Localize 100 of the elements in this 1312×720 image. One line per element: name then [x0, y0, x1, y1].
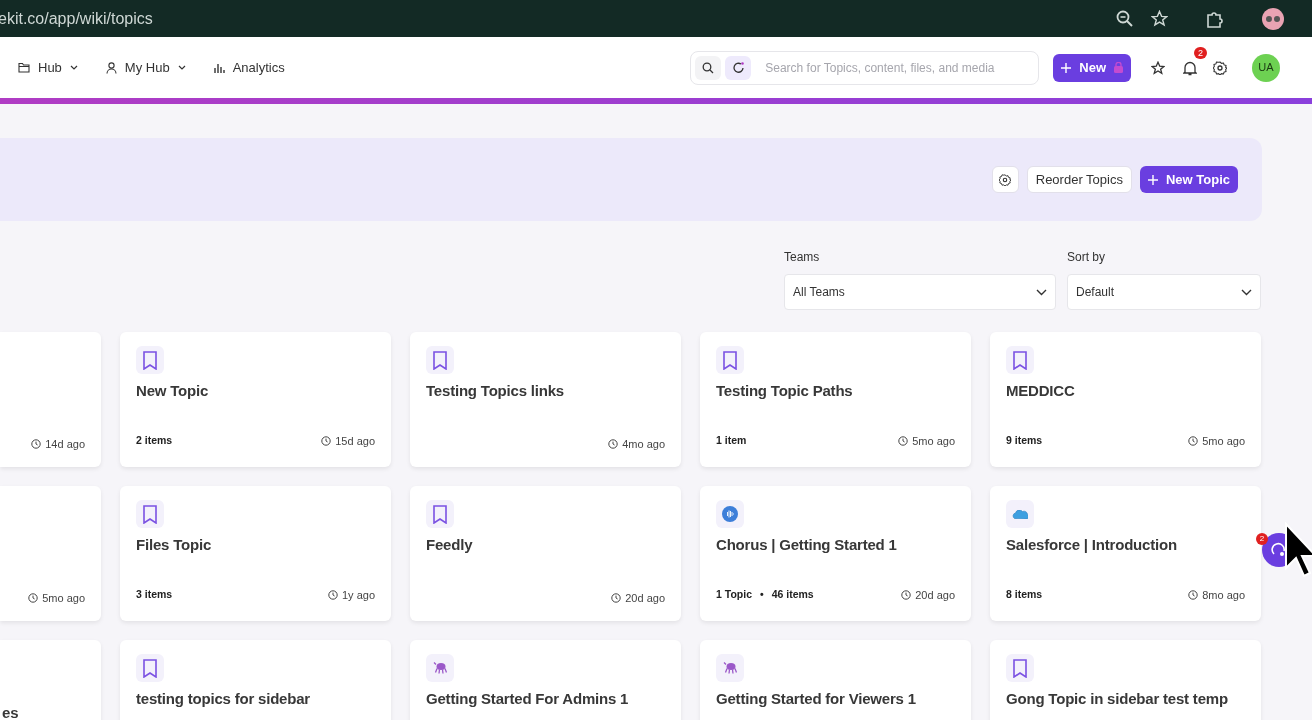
item-count: 8 items	[1006, 586, 1043, 602]
separator-dot: •	[760, 586, 764, 602]
user-avatar[interactable]: UA	[1252, 53, 1280, 82]
reorder-topics-button[interactable]: Reorder Topics	[1026, 166, 1132, 193]
updated-time: 15d ago	[335, 433, 375, 449]
star-icon[interactable]	[1151, 10, 1168, 27]
clock-icon	[1188, 589, 1199, 600]
topic-card[interactable]: 14d ago	[0, 332, 101, 467]
topic-title: es	[2, 704, 20, 720]
topic-title: Feedly	[426, 536, 474, 554]
profile-icon[interactable]	[1262, 7, 1284, 30]
new-topic-button[interactable]: New Topic	[1139, 166, 1238, 193]
updated-time: 4mo ago	[622, 436, 665, 452]
bookmark-icon	[1013, 350, 1027, 370]
waveform-logo-icon	[722, 506, 738, 522]
chat-icon	[1271, 542, 1287, 558]
bookmark-icon	[433, 504, 447, 524]
topic-card[interactable]: Feedly 20d ago	[410, 486, 681, 621]
topic-card[interactable]: Testing Topics links 4mo ago	[410, 332, 681, 467]
topic-title: Testing Topics links	[426, 382, 565, 400]
updated-time: 20d ago	[915, 587, 955, 603]
zoom-icon[interactable]	[1116, 9, 1134, 28]
topic-card[interactable]: es	[0, 640, 101, 720]
settings-button[interactable]	[991, 166, 1019, 193]
topic-title: MEDDICC	[1006, 382, 1076, 400]
updated-time: 5mo ago	[42, 590, 85, 606]
topic-card[interactable]: Salesforce | Introduction 8 items 8mo ago	[990, 486, 1261, 621]
filter-label: Sort by	[1067, 249, 1106, 266]
topic-card[interactable]: testing topics for sidebar	[120, 640, 391, 720]
search-bar[interactable]: Search for Topics, content, files, and media	[690, 50, 1040, 85]
lock-icon	[1114, 62, 1123, 73]
topic-title: Getting Started For Admins 1	[426, 690, 630, 708]
plus-icon	[1061, 62, 1072, 73]
ai-search-button[interactable]	[725, 55, 752, 80]
updated-time: 20d ago	[625, 590, 665, 606]
nav-menu-item[interactable]: Hub	[18, 57, 78, 78]
new-button[interactable]: New	[1053, 53, 1131, 82]
clock-icon	[898, 435, 909, 446]
clock-icon	[901, 589, 912, 600]
search-button[interactable]	[695, 55, 722, 80]
plus-icon	[1147, 174, 1158, 185]
filter-label: Teams	[784, 249, 821, 266]
topic-card[interactable]: Getting Started For Admins 1	[410, 640, 681, 720]
cursor-icon	[1284, 522, 1312, 580]
item-count: 1 item	[716, 432, 747, 448]
nav-menu-item[interactable]: My Hub	[105, 57, 186, 78]
octopus-icon	[432, 662, 448, 674]
nav-menu-item[interactable]: Analytics	[213, 57, 285, 78]
octopus-icon	[722, 662, 738, 674]
clock-icon	[28, 592, 39, 603]
folder-icon	[18, 62, 30, 73]
clock-icon	[611, 592, 622, 603]
bookmark-icon	[143, 658, 157, 678]
clock-icon	[31, 438, 42, 449]
topic-title: Chorus | Getting Started 1	[716, 536, 898, 554]
updated-time: 5mo ago	[1202, 433, 1245, 449]
topic-title: New Topic	[136, 382, 210, 400]
settings-icon	[999, 173, 1012, 186]
item-count: 9 items	[1006, 432, 1043, 448]
search-icon	[702, 61, 715, 74]
topic-title: Getting Started for Viewers 1	[716, 690, 917, 708]
bookmark-icon	[433, 350, 447, 370]
updated-time: 1y ago	[341, 587, 375, 603]
bookmark-icon	[143, 504, 157, 524]
sparkle-refresh-icon	[731, 61, 745, 74]
item-count: 3 items	[136, 586, 173, 602]
item-count: 2 items	[136, 432, 173, 448]
person-icon	[105, 61, 117, 74]
topic-card[interactable]: Testing Topic Paths 1 item 5mo ago	[700, 332, 971, 467]
bookmark-icon	[143, 350, 157, 370]
bookmark-icon	[1013, 658, 1027, 678]
cloud-logo-icon	[1011, 509, 1029, 519]
topic-title: Salesforce | Introduction	[1006, 536, 1178, 554]
chevron-down-icon	[1241, 288, 1252, 296]
topic-card[interactable]: Chorus | Getting Started 1 1 Topic • 46 items 20d ago	[700, 486, 971, 621]
filter-dropdown[interactable]: Default	[1067, 274, 1261, 310]
item-count: 46 items	[771, 586, 814, 602]
topic-title: Files Topic	[136, 536, 213, 554]
clock-icon	[1188, 435, 1199, 446]
clock-icon	[321, 435, 332, 446]
bar-chart-icon	[213, 62, 225, 73]
topic-card[interactable]: New Topic 2 items 15d ago	[120, 332, 391, 467]
puzzle-icon[interactable]	[1206, 9, 1224, 28]
clock-icon	[327, 589, 338, 600]
clock-icon	[608, 438, 619, 449]
filter-dropdown[interactable]: All Teams	[784, 274, 1056, 310]
topic-title: testing topics for sidebar	[136, 690, 311, 708]
updated-time: 14d ago	[45, 436, 85, 452]
notification-count: 2	[1194, 46, 1207, 59]
topic-title: Testing Topic Paths	[716, 382, 854, 400]
topic-card[interactable]: Getting Started for Viewers 1	[700, 640, 971, 720]
topic-card[interactable]: MEDDICC 9 items 5mo ago	[990, 332, 1261, 467]
topic-title: Gong Topic in sidebar test temp	[1006, 690, 1229, 708]
topic-card[interactable]: Files Topic 3 items 1y ago	[120, 486, 391, 621]
chevron-down-icon	[1036, 288, 1047, 296]
bookmark-icon	[723, 350, 737, 370]
topic-card[interactable]: 5mo ago	[0, 486, 101, 621]
item-count: 1 Topic	[716, 586, 752, 602]
topic-card[interactable]: Gong Topic in sidebar test temp	[990, 640, 1261, 720]
updated-time: 8mo ago	[1202, 587, 1245, 603]
